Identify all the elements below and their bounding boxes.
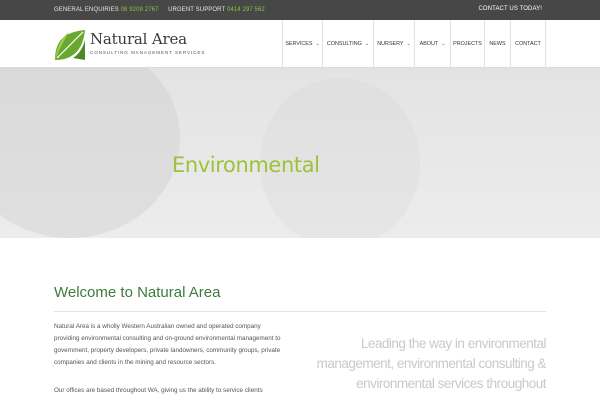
nav-item-services[interactable]: SERVICES ⌄ — [282, 20, 322, 67]
welcome-heading: Welcome to Natural Area — [54, 284, 221, 301]
tagline-quote: Leading the way in environmental managem… — [316, 336, 547, 391]
leaf-logo-icon — [55, 30, 85, 60]
site-logo[interactable]: Natural Area CONSULTING MANAGEMENT SERVI… — [53, 28, 204, 62]
welcome-section: Welcome to Natural Area Natural Area is … — [0, 238, 600, 400]
logo-tagline: CONSULTING MANAGEMENT SERVICES — [90, 50, 206, 55]
offices-paragraph: Our offices are based throughout WA, giv… — [54, 387, 263, 394]
logo-brand-name: Natural Area — [90, 30, 187, 48]
nav-label: PROJECTS — [453, 40, 482, 47]
nav-item-consulting[interactable]: CONSULTING ⌄ — [322, 20, 373, 67]
chevron-down-icon: ⌄ — [441, 40, 446, 47]
urgent-support-phone[interactable]: 0414 297 562 — [227, 7, 265, 13]
nav-item-contact[interactable]: CONTACT — [510, 20, 546, 67]
nav-label: CONTACT — [515, 40, 541, 47]
nav-item-about[interactable]: ABOUT ⌄ — [414, 20, 450, 67]
section-divider — [54, 311, 546, 312]
hero-title: Environmental — [172, 153, 320, 177]
hero-background-shape — [0, 68, 180, 238]
nav-label: NEWS — [489, 40, 506, 47]
nav-label: ABOUT — [419, 40, 439, 47]
nav-label: NURSERY — [377, 40, 404, 47]
top-utility-bar: GENERAL ENQUIRIES 08 9209 2767 URGENT SU… — [0, 0, 600, 20]
main-navigation: SERVICES ⌄ CONSULTING ⌄ NURSERY ⌄ ABOUT … — [282, 20, 546, 67]
intro-paragraph: Natural Area is a wholly Western Austral… — [54, 323, 281, 366]
hero-banner: Environmental — [0, 68, 600, 238]
nav-label: SERVICES — [285, 40, 313, 47]
nav-item-projects[interactable]: PROJECTS — [450, 20, 484, 67]
contact-us-link[interactable]: CONTACT US TODAY! — [479, 6, 543, 12]
general-enquiries-label: GENERAL ENQUIRIES — [54, 7, 119, 13]
chevron-down-icon: ⌄ — [406, 40, 411, 47]
chevron-down-icon: ⌄ — [364, 40, 370, 47]
nav-item-news[interactable]: NEWS — [484, 20, 510, 67]
site-header: Natural Area CONSULTING MANAGEMENT SERVI… — [0, 20, 600, 68]
contact-info: GENERAL ENQUIRIES 08 9209 2767 URGENT SU… — [54, 7, 265, 13]
urgent-support-label: URGENT SUPPORT — [168, 7, 226, 13]
general-enquiries-phone[interactable]: 08 9209 2767 — [121, 7, 159, 13]
nav-item-nursery[interactable]: NURSERY ⌄ — [373, 20, 414, 67]
nav-label: CONSULTING — [326, 40, 362, 47]
chevron-down-icon: ⌄ — [315, 40, 320, 47]
